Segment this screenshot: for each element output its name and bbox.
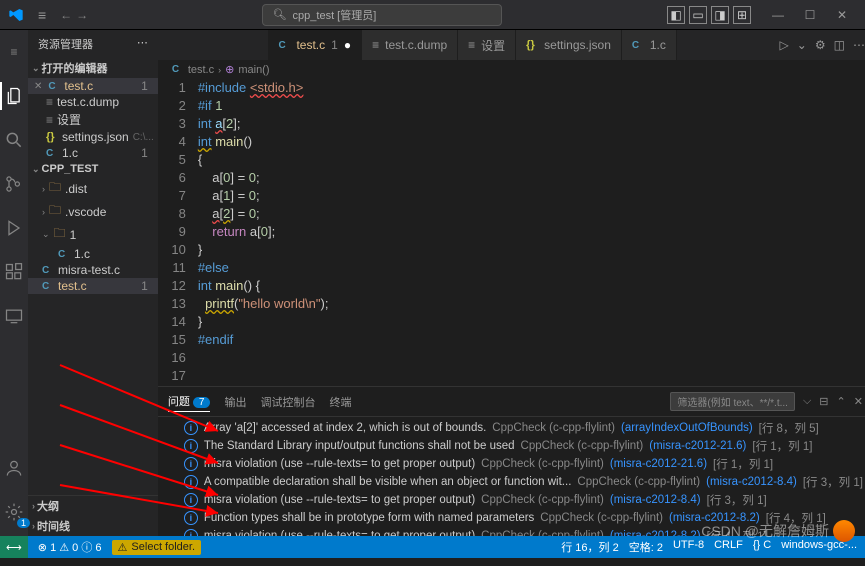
more-icon[interactable]: ⋯ bbox=[853, 38, 865, 52]
editor-tab[interactable]: ≡test.c.dump bbox=[362, 30, 458, 60]
editor-tab[interactable]: Ctest.c1● bbox=[268, 30, 362, 60]
info-icon: i bbox=[184, 457, 198, 471]
run-icon[interactable]: ▷ bbox=[780, 38, 789, 52]
run-debug-icon[interactable] bbox=[0, 214, 28, 242]
editor-tab[interactable]: C1.c bbox=[622, 30, 677, 60]
run-dropdown-icon[interactable]: ⌄ bbox=[797, 38, 807, 52]
info-icon: i bbox=[184, 511, 198, 525]
c-file-icon: C bbox=[172, 64, 184, 76]
filter-icon[interactable]: ⌵ bbox=[803, 395, 811, 408]
layout-icon[interactable]: ⊞ bbox=[733, 6, 751, 24]
editor-tab[interactable]: {}settings.json bbox=[516, 30, 622, 60]
open-editor-item[interactable]: ✕Ctest.c1 bbox=[28, 78, 158, 94]
layout-icon[interactable]: ◨ bbox=[711, 6, 729, 24]
close-icon[interactable]: ✕ bbox=[34, 81, 42, 92]
minimap[interactable] bbox=[823, 79, 865, 386]
info-icon: i bbox=[184, 529, 198, 536]
editor-tab[interactable]: ≡设置 bbox=[458, 30, 516, 60]
account-icon[interactable] bbox=[0, 454, 28, 482]
remote-indicator[interactable]: ⟷ bbox=[0, 536, 28, 558]
menu-icon[interactable]: ≡ bbox=[0, 38, 28, 66]
open-editor-item[interactable]: ≡设置 bbox=[28, 110, 158, 129]
layout-icon[interactable]: ◧ bbox=[667, 6, 685, 24]
vscode-logo-icon bbox=[8, 7, 24, 23]
folder-item[interactable]: ⌄🗀1 bbox=[28, 223, 158, 246]
code-editor[interactable]: 1234567891011121314151617 #include <stdi… bbox=[158, 79, 865, 386]
tab-terminal[interactable]: 终端 bbox=[329, 392, 351, 412]
maximize-button[interactable]: ☐ bbox=[795, 3, 825, 27]
menu-button[interactable]: ≡ bbox=[32, 7, 52, 23]
source-control-icon[interactable] bbox=[0, 170, 28, 198]
problem-row[interactable]: iArray 'a[2]' accessed at index 2, which… bbox=[158, 419, 865, 437]
select-folder-warning[interactable]: ⚠ Select folder. bbox=[112, 540, 201, 555]
info-icon: i bbox=[184, 475, 198, 489]
folder-item[interactable]: ›🗀.vscode bbox=[28, 200, 158, 223]
settings-icon[interactable]: ⚙ bbox=[815, 38, 826, 52]
split-editor-icon[interactable]: ◫ bbox=[834, 38, 845, 52]
open-editor-item[interactable]: C1.c1 bbox=[28, 145, 158, 161]
info-icon: i bbox=[184, 439, 198, 453]
problems-count-badge: 7 bbox=[193, 397, 211, 408]
csdn-watermark: CSDN @无解詹姆斯 bbox=[701, 520, 855, 542]
bottom-panel: 问题 7 输出 调试控制台 终端 筛选器(例如 text、**/*.t... ⌵… bbox=[158, 386, 865, 536]
project-header[interactable]: ⌄CPP_TEST bbox=[28, 161, 158, 177]
problem-row[interactable]: imisra violation (use --rule-texts= to g… bbox=[158, 455, 865, 473]
timeline-header[interactable]: ›时间线 bbox=[28, 516, 158, 536]
close-panel-icon[interactable]: ✕ bbox=[854, 395, 863, 408]
function-icon: ⊕ bbox=[225, 63, 234, 76]
status-item[interactable]: UTF-8 bbox=[673, 539, 704, 555]
sidebar-title: 资源管理器 bbox=[38, 36, 93, 52]
problem-row[interactable]: iA compatible declaration shall be visib… bbox=[158, 473, 865, 491]
search-icon[interactable] bbox=[0, 126, 28, 154]
explorer-icon[interactable] bbox=[0, 82, 28, 110]
history-forward-button[interactable]: → bbox=[76, 8, 88, 22]
file-item[interactable]: C1.c bbox=[28, 246, 158, 262]
file-item[interactable]: Cmisra-test.c bbox=[28, 262, 158, 278]
open-editors-header[interactable]: ⌄打开的编辑器 bbox=[28, 58, 158, 78]
status-item[interactable]: 行 16，列 2 bbox=[561, 539, 618, 555]
problem-row[interactable]: iThe Standard Library input/output funct… bbox=[158, 437, 865, 455]
explorer-sidebar: 资源管理器 ⋯ ⌄打开的编辑器 ✕Ctest.c1≡test.c.dump≡设置… bbox=[28, 30, 158, 536]
search-icon: 🔍︎ bbox=[273, 8, 287, 21]
minimize-button[interactable]: — bbox=[763, 3, 793, 27]
command-center-label: cpp_test [管理员] bbox=[293, 7, 377, 23]
open-editor-item[interactable]: {}settings.json C:\... bbox=[28, 129, 158, 145]
outline-header[interactable]: ›大纲 bbox=[28, 496, 158, 516]
problems-filter-input[interactable]: 筛选器(例如 text、**/*.t... bbox=[670, 392, 795, 411]
extensions-icon[interactable] bbox=[0, 258, 28, 286]
tab-output[interactable]: 输出 bbox=[224, 392, 246, 412]
sidebar-more-icon[interactable]: ⋯ bbox=[137, 36, 148, 52]
close-window-button[interactable]: ✕ bbox=[827, 3, 857, 27]
remote-explorer-icon[interactable] bbox=[0, 302, 28, 330]
editor-tab-bar: Ctest.c1●≡test.c.dump≡设置{}settings.jsonC… bbox=[158, 30, 865, 60]
tab-debug-console[interactable]: 调试控制台 bbox=[260, 392, 315, 412]
collapse-icon[interactable]: ⊟ bbox=[819, 395, 828, 408]
settings-gear-icon[interactable]: 1 bbox=[0, 498, 28, 526]
maximize-panel-icon[interactable]: ⌃ bbox=[837, 395, 846, 408]
open-editor-item[interactable]: ≡test.c.dump bbox=[28, 94, 158, 110]
avatar-icon bbox=[833, 520, 855, 542]
status-item[interactable]: 空格: 2 bbox=[629, 539, 663, 555]
file-item[interactable]: Ctest.c1 bbox=[28, 278, 158, 294]
status-errors[interactable]: ⊗ 1 ⚠ 0 ⓘ 6 bbox=[38, 539, 102, 555]
layout-icon[interactable]: ▭ bbox=[689, 6, 707, 24]
tab-problems[interactable]: 问题 7 bbox=[168, 391, 211, 412]
info-icon: i bbox=[184, 493, 198, 507]
folder-item[interactable]: ›🗀.dist bbox=[28, 177, 158, 200]
layout-controls[interactable]: ◧ ▭ ◨ ⊞ bbox=[667, 6, 751, 24]
breadcrumb[interactable]: C test.c › ⊕ main() bbox=[158, 60, 865, 79]
history-back-button[interactable]: ← bbox=[60, 8, 72, 22]
line-number-gutter: 1234567891011121314151617 bbox=[158, 79, 198, 386]
info-icon: i bbox=[184, 421, 198, 435]
problem-row[interactable]: imisra violation (use --rule-texts= to g… bbox=[158, 491, 865, 509]
command-center[interactable]: 🔍︎ cpp_test [管理员] bbox=[262, 4, 502, 26]
activity-bar: ≡ 1 bbox=[0, 30, 28, 536]
